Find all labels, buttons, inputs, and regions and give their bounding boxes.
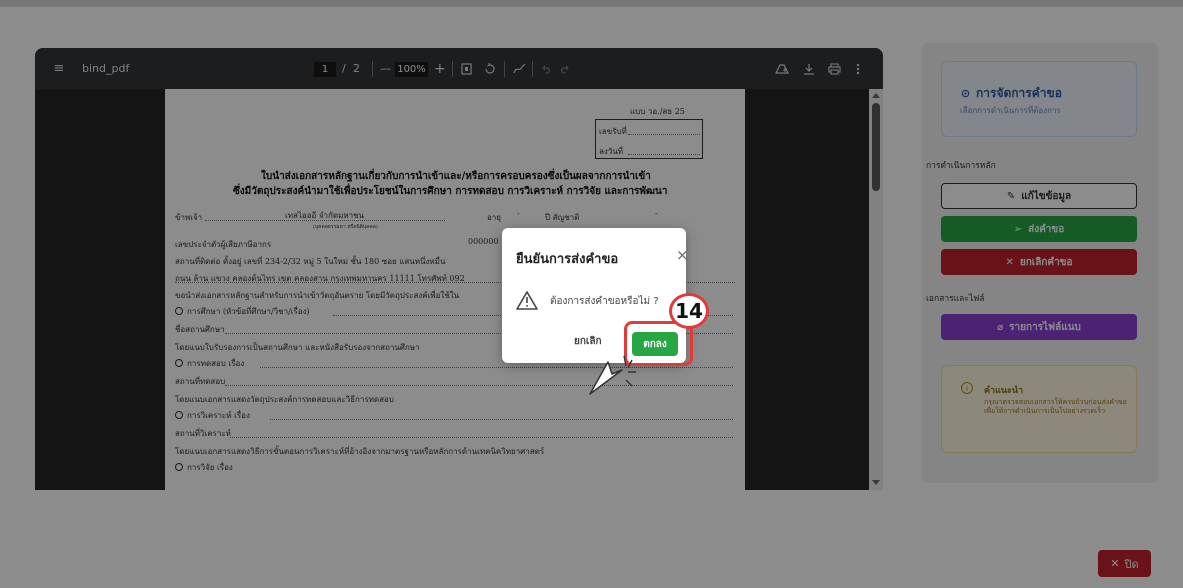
warning-icon: [516, 290, 538, 310]
dialog-message: ต้องการส่งคำขอหรือไม่ ?: [550, 296, 659, 307]
pointer-cursor-icon: [586, 350, 642, 398]
dialog-title: ยืนยันการส่งคำขอ: [516, 252, 619, 267]
dialog-close-icon[interactable]: ×: [676, 246, 689, 264]
step-badge: 14: [669, 293, 709, 329]
dialog-cancel-button[interactable]: ยกเลิก: [574, 334, 602, 349]
